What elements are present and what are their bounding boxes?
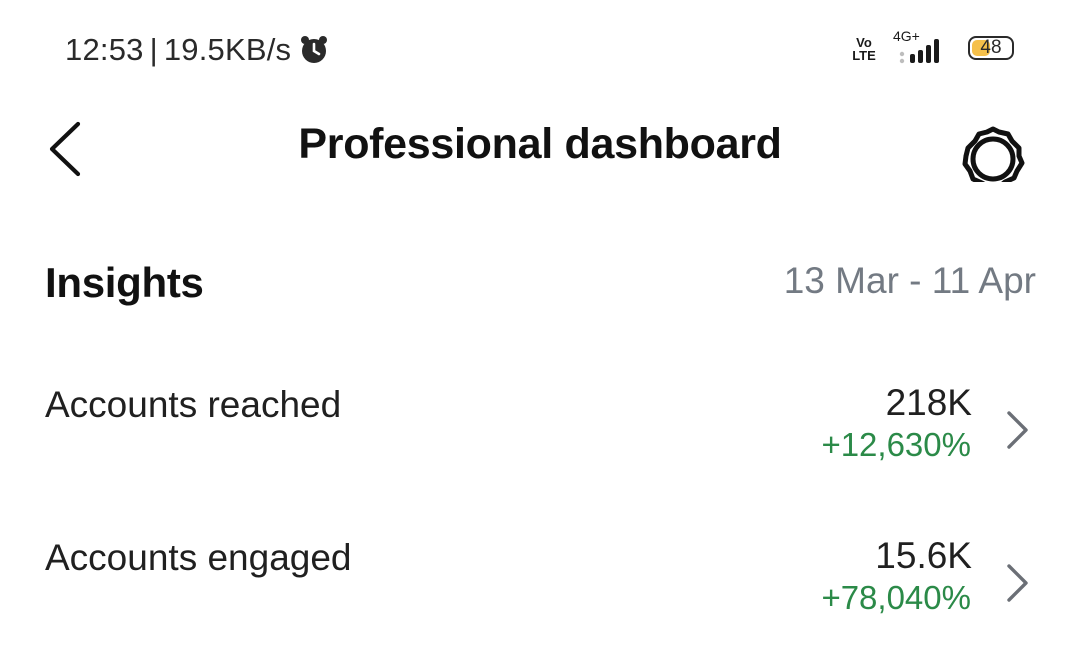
metric-change: +78,040% [821, 579, 971, 616]
volte-bottom-label: LTE [852, 48, 876, 63]
metric-row-accounts-reached[interactable]: Accounts reached 218K +12,630% [0, 382, 1080, 514]
clock-time: 12:53 [65, 32, 144, 67]
page-header: Professional dashboard [0, 100, 1080, 196]
volte-icon: Vo LTE [850, 36, 878, 62]
alarm-icon [299, 35, 329, 65]
signal-icon [899, 39, 939, 64]
gear-icon [962, 126, 1025, 190]
metric-change: +12,630% [821, 426, 971, 463]
battery-level: 48 [980, 37, 1002, 58]
date-range-selector[interactable]: 13 Mar - 11 Apr [784, 260, 1036, 302]
metric-row-accounts-engaged[interactable]: Accounts engaged 15.6K +78,040% [0, 535, 1080, 667]
metric-label: Accounts engaged [45, 537, 352, 578]
battery-icon: 48 [968, 36, 1014, 60]
settings-button[interactable] [955, 112, 1031, 190]
metric-value: 15.6K [875, 535, 972, 576]
metric-value: 218K [885, 382, 972, 423]
network-speed: 19.5KB/s [163, 32, 292, 67]
status-bar: 12:53 | 19.5KB/s Vo LTE 4G+ 48 [0, 0, 1080, 100]
chevron-right-icon [1007, 564, 1028, 602]
status-separator: | [149, 32, 158, 67]
status-left: 12:53 | 19.5KB/s [65, 30, 329, 70]
metric-label: Accounts reached [45, 384, 342, 425]
chevron-right-icon [1007, 411, 1028, 449]
insights-title: Insights [45, 259, 204, 306]
page-title: Professional dashboard [298, 120, 782, 168]
